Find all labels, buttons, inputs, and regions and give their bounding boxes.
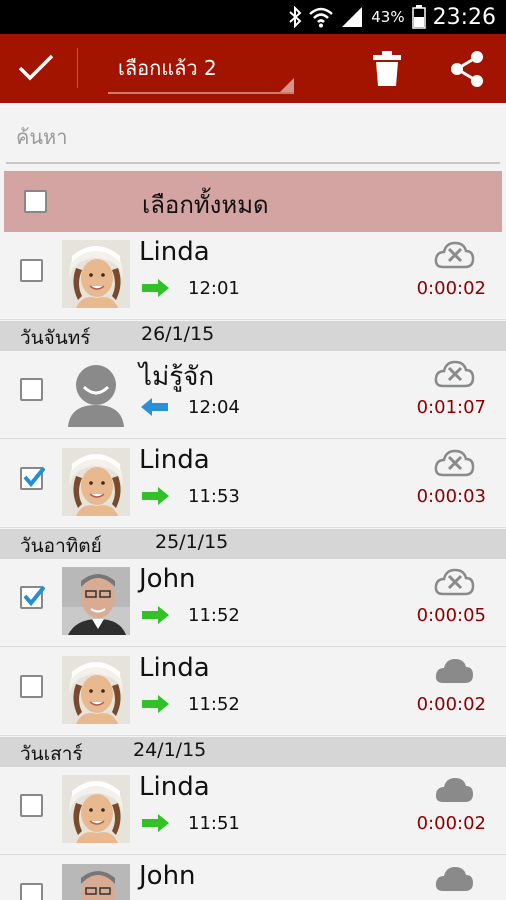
action-bar-divider	[77, 48, 78, 88]
battery-percent: 43%	[371, 8, 405, 26]
done-button[interactable]	[16, 50, 56, 86]
call-time: 11:52	[188, 694, 240, 715]
row-checkbox[interactable]	[20, 466, 45, 490]
contact-avatar	[62, 656, 130, 724]
row-checkbox[interactable]	[20, 675, 43, 698]
call-duration: 0:01:07	[416, 397, 486, 418]
contact-name: Linda	[139, 445, 210, 475]
contact-name: Linda	[139, 653, 210, 683]
bluetooth-icon	[288, 6, 302, 28]
outgoing-call-arrow-icon	[141, 694, 169, 718]
call-log-row[interactable]: Linda 11:52 0:00:02	[0, 648, 506, 736]
date-header: วันเสาร์ 24/1/15	[0, 737, 506, 767]
call-log-row[interactable]: Linda 11:53 0:00:03	[0, 440, 506, 528]
status-bar: 43% 23:26	[0, 0, 506, 34]
call-log-row[interactable]: John 11:52 0:00:05	[0, 559, 506, 647]
battery-icon	[411, 5, 426, 29]
cloud-not-synced-icon[interactable]	[433, 566, 475, 602]
outgoing-call-arrow-icon	[141, 813, 169, 837]
contact-avatar	[62, 567, 130, 635]
row-checkbox[interactable]	[20, 259, 43, 282]
cloud-not-synced-icon[interactable]	[433, 239, 475, 275]
select-all-label: เลือกทั้งหมด	[142, 191, 269, 219]
contact-avatar	[62, 448, 130, 516]
incoming-call-arrow-icon	[141, 397, 169, 421]
cloud-icon[interactable]	[433, 774, 475, 810]
contact-name: John	[139, 564, 196, 594]
call-duration: 0:00:03	[416, 486, 486, 507]
call-log-row[interactable]: ไม่รู้จัก 12:04 0:01:07	[0, 351, 506, 439]
row-checkbox[interactable]	[20, 794, 43, 817]
selection-dropdown[interactable]: เลือกแล้ว 2	[108, 52, 294, 94]
contact-name: Linda	[139, 772, 210, 802]
search-input[interactable]	[6, 112, 500, 162]
contact-name: Linda	[139, 237, 210, 267]
trash-icon	[373, 51, 401, 86]
date-header-day: วันอาทิตย์	[20, 535, 102, 557]
call-log-row[interactable]: John	[0, 856, 506, 900]
outgoing-call-arrow-icon	[141, 605, 169, 629]
call-duration: 0:00:05	[416, 605, 486, 626]
selection-count-label: เลือกแล้ว 2	[118, 56, 217, 80]
wifi-icon	[309, 6, 334, 28]
row-checkbox[interactable]	[20, 883, 43, 900]
outgoing-call-arrow-icon	[141, 486, 169, 510]
select-all-row[interactable]: เลือกทั้งหมด	[4, 171, 502, 232]
contact-avatar	[62, 240, 130, 308]
date-header-date: 25/1/15	[155, 531, 229, 553]
share-button[interactable]	[449, 50, 485, 88]
select-all-checkbox[interactable]	[24, 190, 47, 213]
cloud-not-synced-icon[interactable]	[433, 447, 475, 483]
call-duration: 0:00:02	[416, 694, 486, 715]
call-duration: 0:00:02	[416, 813, 486, 834]
cloud-not-synced-icon[interactable]	[433, 358, 475, 394]
date-header: วันจันทร์ 26/1/15	[0, 321, 506, 351]
contact-name: John	[139, 861, 196, 891]
call-time: 12:01	[188, 278, 240, 299]
call-log-row[interactable]: Linda 11:51 0:00:02	[0, 767, 506, 855]
date-header-day: วันจันทร์	[20, 327, 91, 349]
share-icon	[451, 51, 483, 87]
contact-avatar	[62, 775, 130, 843]
call-time: 11:53	[188, 486, 240, 507]
date-header-date: 24/1/15	[133, 739, 207, 761]
call-time: 11:51	[188, 813, 240, 834]
row-checkbox[interactable]	[20, 378, 43, 401]
cloud-icon[interactable]	[433, 655, 475, 691]
cloud-icon[interactable]	[433, 863, 475, 899]
call-log-row[interactable]: Linda 12:01 0:00:02	[0, 232, 506, 320]
outgoing-call-arrow-icon	[141, 278, 169, 302]
search-bar	[6, 112, 500, 164]
call-duration: 0:00:02	[416, 278, 486, 299]
contact-name: ไม่รู้จัก	[139, 362, 215, 392]
call-time: 11:52	[188, 605, 240, 626]
delete-button[interactable]	[370, 50, 404, 88]
dropdown-corner-icon	[280, 78, 294, 92]
date-header-date: 26/1/15	[141, 323, 215, 345]
signal-icon	[340, 6, 364, 28]
date-header-day: วันเสาร์	[20, 743, 83, 765]
call-time: 12:04	[188, 397, 240, 418]
action-bar: เลือกแล้ว 2	[0, 34, 506, 103]
check-icon	[18, 54, 54, 81]
status-time: 23:26	[432, 4, 496, 30]
contact-avatar	[62, 864, 130, 900]
row-checkbox[interactable]	[20, 585, 45, 609]
date-header: วันอาทิตย์ 25/1/15	[0, 529, 506, 559]
contact-avatar	[62, 359, 130, 427]
